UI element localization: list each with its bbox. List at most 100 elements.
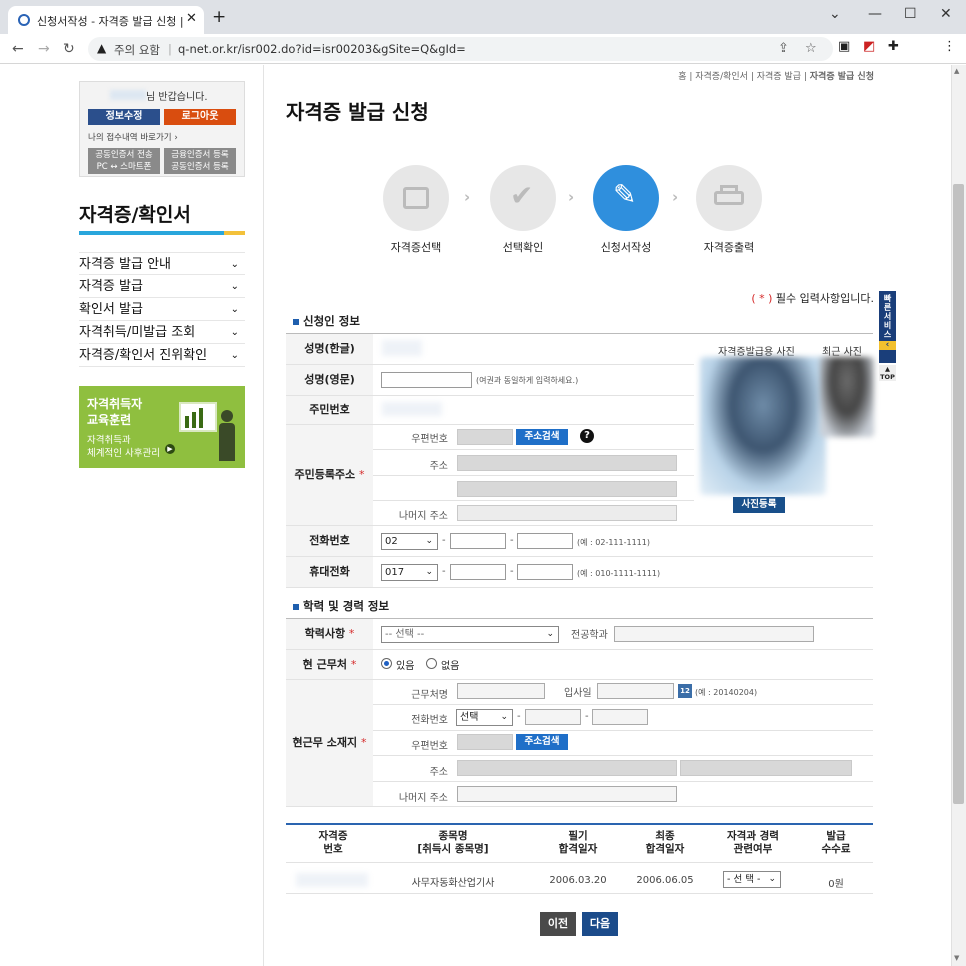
top-button[interactable]: ▲ TOP — [879, 365, 896, 381]
cert-transfer-sub: PC ↔ 스마트폰 — [96, 162, 152, 172]
work-address-rest-input[interactable] — [457, 786, 677, 802]
hire-date-label: 입사일 — [564, 688, 592, 699]
row-final-date: 2006.06.05 — [636, 875, 694, 886]
cert-transfer-label: 공동인증서 전송 — [95, 150, 153, 160]
step-2-circle: ✔ — [490, 165, 556, 231]
logout-button[interactable]: 로그아웃 — [164, 109, 236, 125]
step-arrow-icon: › — [672, 188, 679, 206]
share-icon[interactable]: ⇪ — [778, 41, 789, 56]
quick-service-tab[interactable]: 빠른서비스 ‹ — [879, 291, 896, 363]
prev-button[interactable]: 이전 — [540, 912, 576, 936]
rrn-label: 주민번호 — [286, 396, 373, 424]
workplace-yes-radio[interactable] — [381, 658, 392, 669]
breadcrumb-home[interactable]: 홈 — [678, 72, 686, 82]
my-history-link[interactable]: 나의 접수내역 바로가기 › — [88, 131, 178, 143]
work-postcode-input[interactable] — [457, 734, 513, 750]
row-divider — [286, 679, 873, 680]
row-divider — [286, 587, 873, 588]
bookmark-star-icon[interactable]: ☆ — [805, 41, 817, 56]
training-banner[interactable]: 자격취득자 교육훈련 자격취득과 체계적인 사후관리 ▶ — [79, 386, 245, 468]
calendar-icon[interactable]: 12 — [678, 684, 692, 698]
work-phone-select-value: 선택 — [460, 712, 479, 723]
address-search-button[interactable]: 주소검색 — [516, 429, 568, 445]
address-input-2[interactable] — [457, 481, 677, 497]
extensions-puzzle-icon[interactable]: ✚ — [888, 39, 899, 54]
name-en-input[interactable] — [381, 372, 472, 388]
major-input[interactable] — [614, 626, 814, 642]
hire-date-input[interactable] — [597, 683, 674, 699]
edu-level-select[interactable]: -- 선택 -- ⌄ — [381, 626, 559, 643]
mobile-mid-input[interactable] — [450, 564, 506, 580]
browser-tab[interactable]: 신청서작성 - 자격증 발급 신청 | ✕ — [8, 6, 204, 34]
scroll-up-icon[interactable]: ▲ — [954, 67, 959, 75]
close-window-icon[interactable]: ✕ — [940, 6, 952, 22]
workplace-no-radio[interactable] — [426, 658, 437, 669]
work-address-search-button[interactable]: 주소검색 — [516, 734, 568, 750]
minimize-icon[interactable]: — — [868, 6, 882, 22]
required-note: ( * ) 필수 입력사항입니다. — [751, 290, 874, 306]
recent-photo — [820, 357, 874, 437]
phone-last-input[interactable] — [517, 533, 573, 549]
printer-icon — [714, 191, 744, 205]
pencil-icon: ✎ — [613, 178, 637, 211]
extension-icon[interactable]: ▣ — [838, 39, 850, 54]
work-postcode-label: 우편번호 — [411, 741, 448, 752]
phone-mid-input[interactable] — [450, 533, 506, 549]
back-icon[interactable]: ← — [12, 41, 24, 57]
phone-area-select[interactable]: 02 ⌄ — [381, 533, 438, 550]
row-item-name: 사무자동화산업기사 — [411, 878, 495, 889]
sub-row-divider — [373, 781, 873, 782]
url-field[interactable]: ▲ 주의 요함 | q-net.or.kr/isr002.do?id=isr00… — [88, 37, 833, 61]
chevron-down-icon: ⌄ — [230, 304, 239, 315]
cert-transfer-button[interactable]: 공동인증서 전송 PC ↔ 스마트폰 — [88, 148, 160, 174]
edit-info-button[interactable]: 정보수정 — [88, 109, 160, 125]
th-line1: 발급 — [826, 830, 846, 842]
warning-icon[interactable]: ▲ — [97, 41, 106, 55]
sidebar-item-guide[interactable]: 자격증 발급 안내 ⌄ — [79, 252, 245, 275]
maximize-icon[interactable]: ☐ — [904, 6, 917, 22]
work-address-input[interactable] — [457, 760, 677, 776]
scrollbar-thumb[interactable] — [953, 184, 964, 804]
sidebar-item-lookup[interactable]: 자격취득/미발급 조회 ⌄ — [79, 321, 245, 344]
address-rest-input[interactable] — [457, 505, 677, 521]
row-divider — [286, 806, 873, 807]
table-header-divider — [286, 862, 873, 863]
breadcrumb-cert[interactable]: 자격증/확인서 — [695, 72, 748, 82]
work-phone-select[interactable]: 선택 ⌄ — [456, 709, 513, 726]
photo-register-button[interactable]: 사진등록 — [733, 497, 785, 513]
reload-icon[interactable]: ↻ — [63, 41, 75, 57]
phone-hint: (예 : 02-111-1111) — [577, 538, 650, 547]
step-3-label: 신청서작성 — [600, 241, 652, 254]
company-input[interactable] — [457, 683, 545, 699]
scroll-down-icon[interactable]: ▼ — [954, 954, 959, 962]
required-star: * — [348, 627, 355, 640]
cert-register-button[interactable]: 금융인증서 등록 공동인증서 등록 — [164, 148, 236, 174]
address-bar: ← → ↻ ▲ 주의 요함 | q-net.or.kr/isr002.do?id… — [0, 34, 966, 64]
step-4-label: 자격증출력 — [703, 241, 755, 254]
work-phone-last-input[interactable] — [592, 709, 648, 725]
related-select[interactable]: - 선 택 - ⌄ — [723, 871, 781, 888]
related-select-value: - 선 택 - — [727, 874, 761, 885]
person-body-icon — [219, 423, 235, 461]
work-phone-mid-input[interactable] — [525, 709, 581, 725]
mobile-area-select[interactable]: 017 ⌄ — [381, 564, 438, 581]
close-tab-icon[interactable]: ✕ — [186, 11, 197, 26]
sidebar-item-issue[interactable]: 자격증 발급 ⌄ — [79, 275, 245, 298]
breadcrumb-issue[interactable]: 자격증 발급 — [757, 72, 801, 82]
sidebar-item-confirmation[interactable]: 확인서 발급 ⌄ — [79, 298, 245, 321]
browser-menu-icon[interactable]: ⋮ — [943, 39, 956, 54]
forward-icon[interactable]: → — [38, 41, 50, 57]
help-icon[interactable]: ? — [580, 429, 594, 443]
th-item-name: 종목명 [취득시 종목명] — [400, 830, 506, 856]
extension-flag-icon[interactable]: ◩ — [863, 39, 875, 54]
work-address-input-2[interactable] — [680, 760, 852, 776]
th-line2: 수수료 — [821, 843, 851, 855]
address-input[interactable] — [457, 455, 677, 471]
new-tab-icon[interactable]: + — [212, 7, 226, 27]
tab-search-icon[interactable]: ⌄ — [829, 6, 841, 22]
sidebar-item-verify[interactable]: 자격증/확인서 진위확인 ⌄ — [79, 344, 245, 367]
next-button[interactable]: 다음 — [582, 912, 618, 936]
edu-level-label: 학력사항 * — [286, 619, 373, 649]
postcode-input[interactable] — [457, 429, 513, 445]
mobile-last-input[interactable] — [517, 564, 573, 580]
